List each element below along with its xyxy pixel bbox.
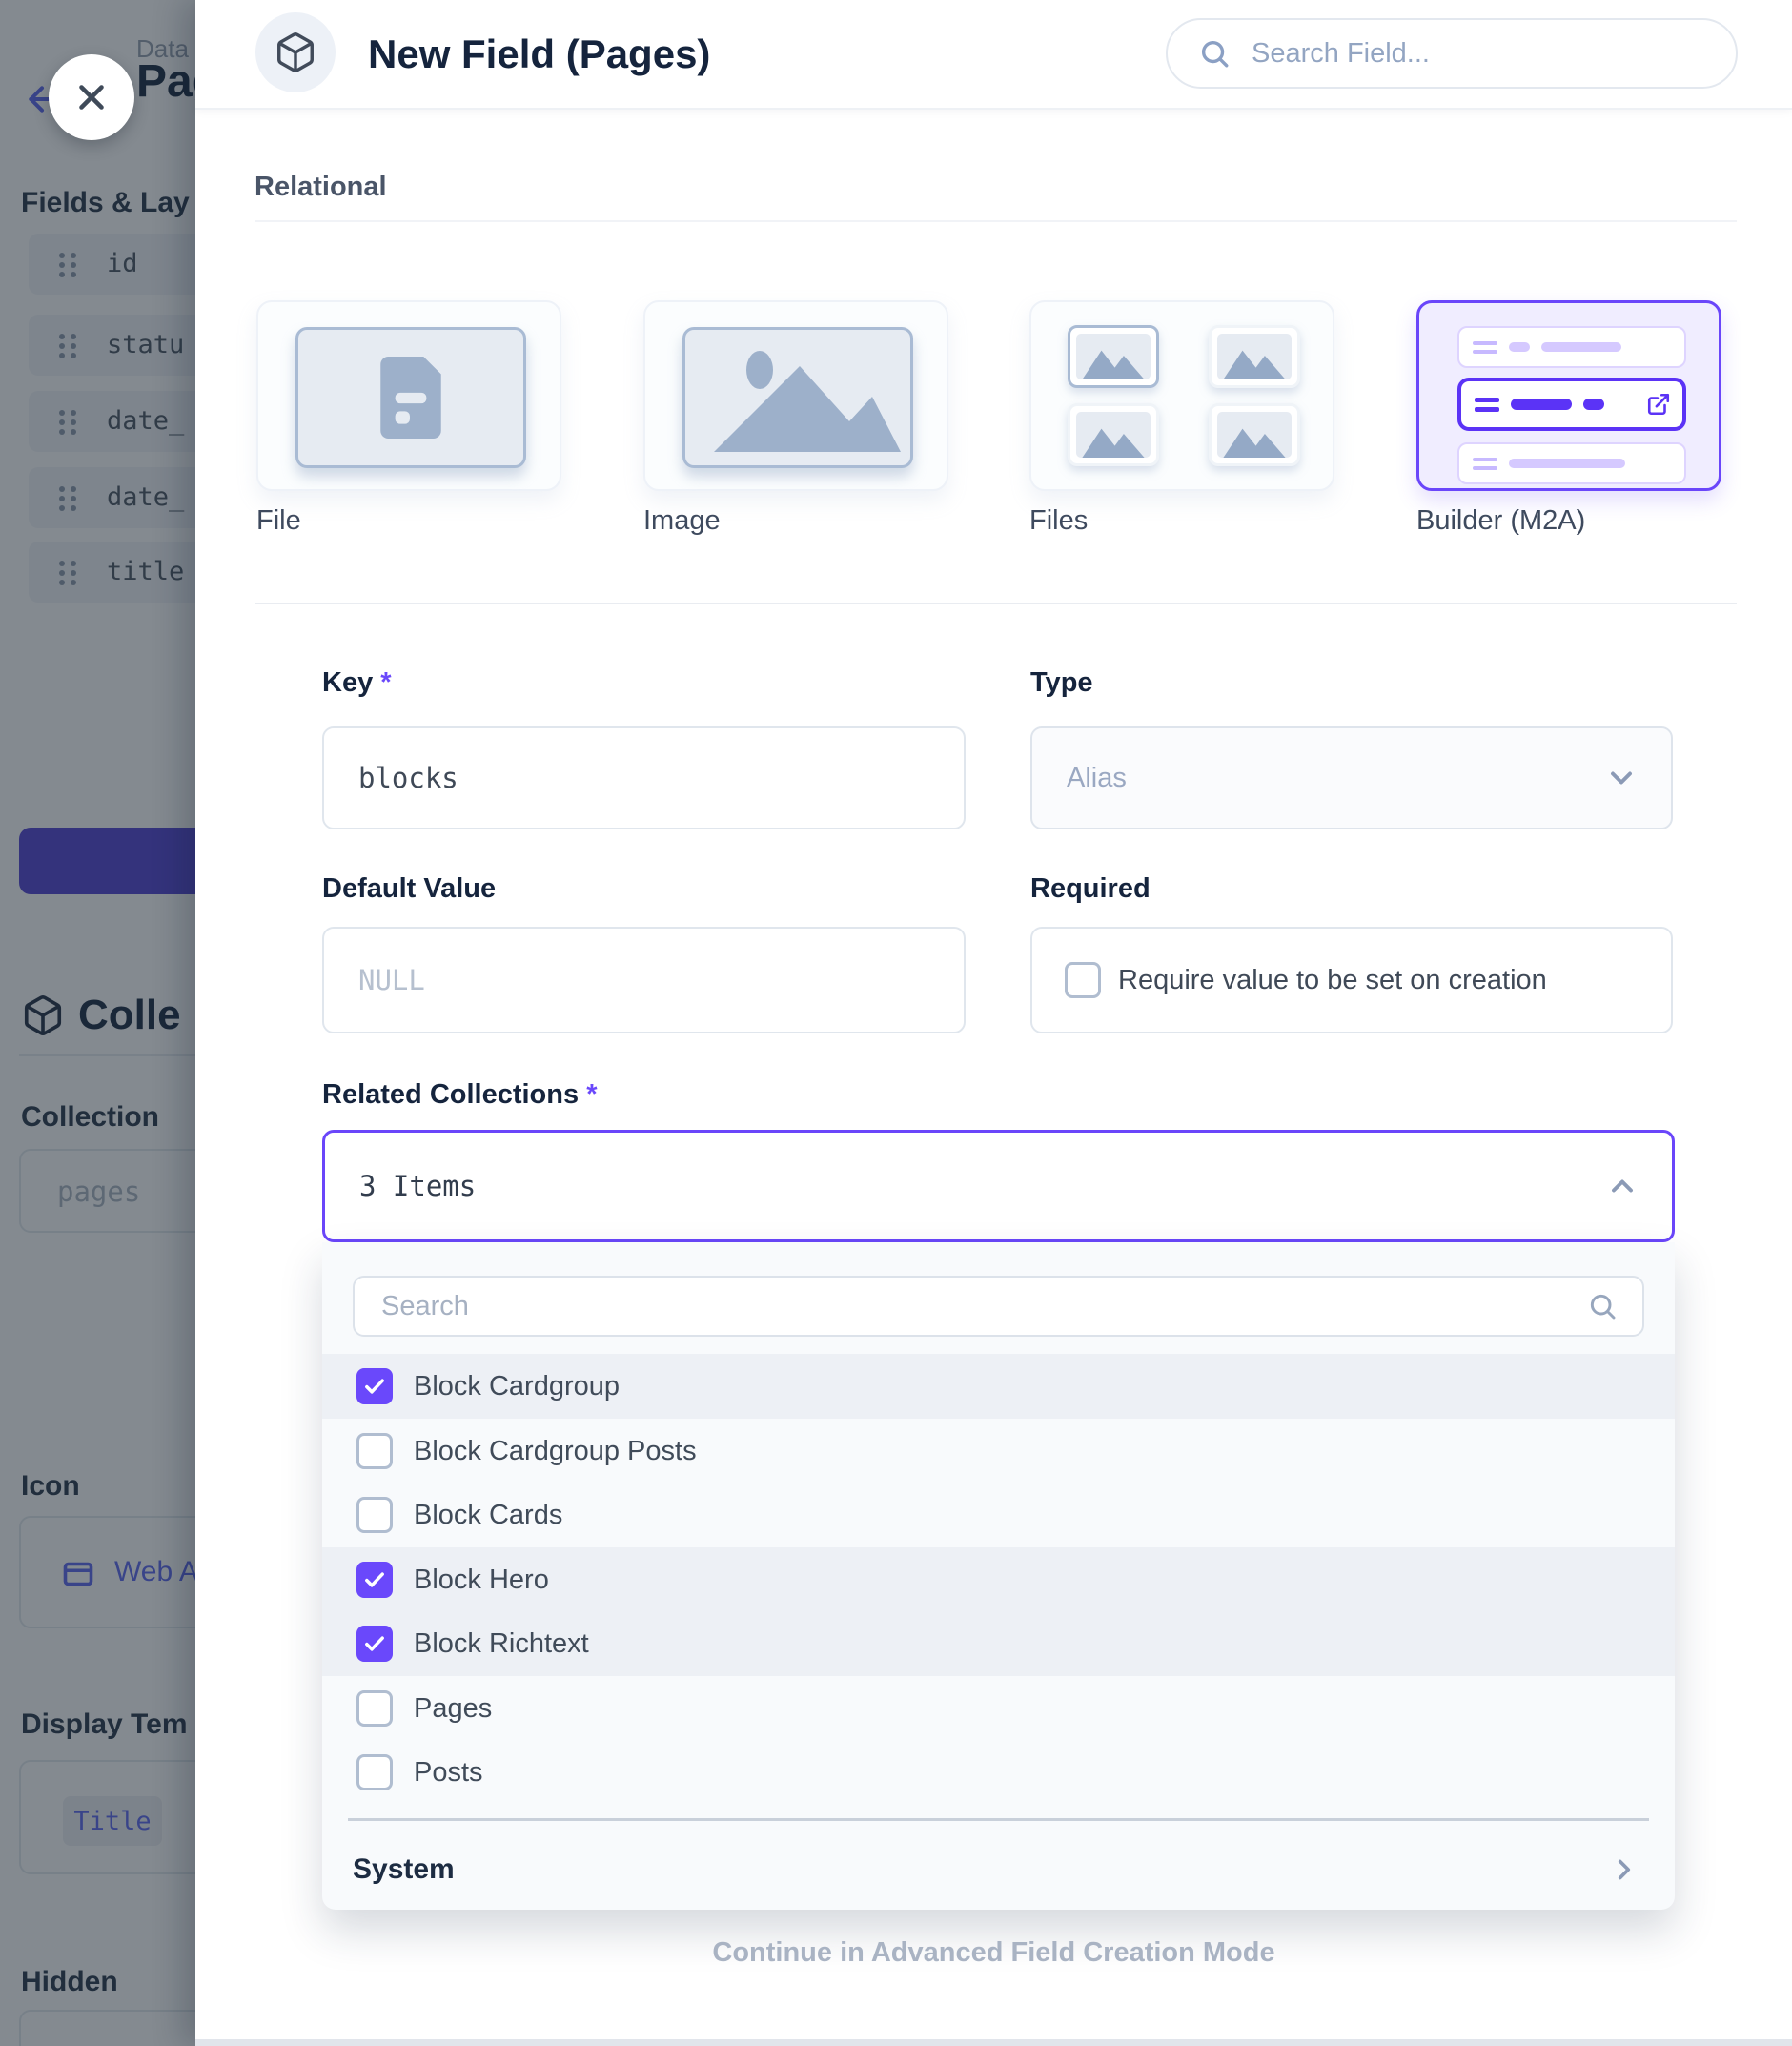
external-link-icon — [1646, 392, 1671, 417]
option-posts[interactable]: Posts — [322, 1740, 1675, 1805]
field-type-icon-badge — [255, 12, 336, 92]
chevron-down-icon — [1604, 761, 1639, 795]
drawer-title: New Field (Pages) — [368, 0, 710, 108]
key-label: Key * — [322, 667, 392, 699]
builder-row-icon — [1457, 442, 1686, 484]
type-card-files-label: Files — [1029, 505, 1088, 537]
related-collections-value: 3 Items — [359, 1170, 476, 1202]
option-block-cards[interactable]: Block Cards — [322, 1483, 1675, 1547]
image-thumbnail-icon — [1068, 325, 1159, 388]
close-icon — [71, 77, 112, 117]
type-value: Alias — [1067, 763, 1127, 794]
divider — [255, 603, 1737, 604]
key-input[interactable] — [324, 728, 964, 828]
cube-icon — [274, 31, 317, 74]
checkbox-unchecked[interactable] — [356, 1690, 393, 1727]
drawer-header: New Field (Pages) — [195, 0, 1792, 110]
modal-dim-overlay — [0, 0, 195, 2046]
required-asterisk: * — [586, 1079, 597, 1110]
required-label: Required — [1030, 873, 1151, 905]
option-block-cardgroup-posts[interactable]: Block Cardgroup Posts — [322, 1419, 1675, 1483]
related-collections-dropdown: Block Cardgroup Block Cardgroup Posts Bl… — [322, 1242, 1675, 1910]
image-thumbnail-icon — [1209, 403, 1300, 466]
type-card-file[interactable] — [256, 300, 561, 491]
option-block-richtext[interactable]: Block Richtext — [322, 1611, 1675, 1676]
footer-divider — [195, 2039, 1792, 2046]
option-label: Posts — [414, 1757, 483, 1789]
type-card-builder-label: Builder (M2A) — [1416, 505, 1585, 537]
new-field-drawer: New Field (Pages) Relational File Image — [195, 0, 1792, 2046]
chevron-right-icon — [1608, 1853, 1640, 1886]
checkbox-unchecked[interactable] — [356, 1497, 393, 1533]
builder-row-icon — [1457, 326, 1686, 368]
checkbox-checked[interactable] — [356, 1562, 393, 1598]
type-card-image[interactable] — [643, 300, 948, 491]
checkbox-unchecked[interactable] — [356, 1754, 393, 1790]
option-pages[interactable]: Pages — [322, 1676, 1675, 1741]
option-label: Block Hero — [414, 1565, 549, 1596]
related-collections-label: Related Collections * — [322, 1079, 597, 1111]
chevron-up-icon — [1605, 1169, 1639, 1203]
builder-active-row-icon — [1457, 378, 1686, 431]
option-label: Block Cardgroup — [414, 1371, 620, 1402]
type-label: Type — [1030, 667, 1093, 699]
divider — [255, 220, 1737, 222]
option-label: Block Cardgroup Posts — [414, 1436, 697, 1467]
drag-handle-icon — [1473, 341, 1497, 354]
page: Data Pag Fields & Lay id statu date_ dat… — [0, 0, 1792, 2046]
checkbox-unchecked[interactable] — [1065, 962, 1101, 998]
type-card-builder-m2a-selected[interactable] — [1416, 300, 1721, 491]
field-search — [1166, 18, 1738, 89]
divider — [348, 1818, 1649, 1821]
dropdown-search-input[interactable] — [381, 1291, 1587, 1322]
dropdown-search — [353, 1276, 1644, 1337]
option-label: Block Richtext — [414, 1628, 589, 1660]
checkbox-unchecked[interactable] — [356, 1433, 393, 1469]
drag-handle-icon — [1473, 458, 1497, 470]
section-heading-relational: Relational — [255, 172, 387, 203]
required-asterisk: * — [380, 667, 391, 698]
image-thumbnail-icon — [1068, 403, 1159, 466]
default-value-input[interactable] — [324, 929, 964, 1032]
key-field — [322, 726, 966, 829]
type-card-image-label: Image — [643, 505, 721, 537]
image-icon — [682, 327, 913, 468]
advanced-mode-link[interactable]: Continue in Advanced Field Creation Mode — [195, 1937, 1792, 1969]
drag-handle-icon — [1475, 398, 1499, 412]
field-search-input[interactable] — [1252, 38, 1709, 70]
option-block-cardgroup[interactable]: Block Cardgroup — [322, 1354, 1675, 1419]
option-block-hero[interactable]: Block Hero — [322, 1547, 1675, 1612]
required-checkbox-field[interactable]: Require value to be set on creation — [1030, 927, 1673, 1033]
related-collections-select[interactable]: 3 Items — [322, 1130, 1675, 1242]
option-label: Block Cards — [414, 1500, 562, 1531]
system-group-row[interactable]: System — [322, 1835, 1675, 1904]
checkbox-checked[interactable] — [356, 1368, 393, 1404]
default-value-label: Default Value — [322, 873, 496, 905]
close-drawer-button[interactable] — [49, 54, 134, 140]
file-icon — [295, 327, 526, 468]
default-value-field — [322, 927, 966, 1033]
type-select[interactable]: Alias — [1030, 726, 1673, 829]
search-icon — [1198, 37, 1231, 70]
image-thumbnail-icon — [1209, 325, 1300, 388]
search-icon — [1587, 1291, 1618, 1321]
system-label: System — [353, 1853, 455, 1886]
type-card-files[interactable] — [1029, 300, 1334, 491]
option-label: Pages — [414, 1693, 492, 1725]
type-card-file-label: File — [256, 505, 301, 537]
checkbox-checked[interactable] — [356, 1626, 393, 1662]
required-checkbox-label: Require value to be set on creation — [1118, 965, 1547, 996]
